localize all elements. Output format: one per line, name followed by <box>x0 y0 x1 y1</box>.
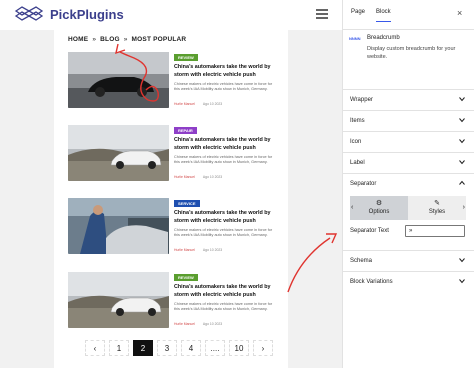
logo-icon <box>14 6 44 21</box>
panel-block-variations[interactable]: Block Variations <box>343 271 474 292</box>
page-ellipsis: .... <box>205 340 225 356</box>
panel-label: Icon <box>350 139 362 145</box>
category-badge[interactable]: REPAIR <box>174 127 197 134</box>
category-badge[interactable]: SERVICE <box>174 200 200 207</box>
post-date: Ago 10 2023 <box>202 175 223 179</box>
post-thumbnail[interactable] <box>68 272 169 328</box>
panel-label: Block Variations <box>350 279 393 285</box>
top-bar: PickPlugins <box>0 0 342 30</box>
page-button-3[interactable]: 3 <box>157 340 177 356</box>
post-meta: Hurlie Manuel Ago 10 2023 <box>174 175 222 179</box>
panel-label: Items <box>350 118 365 124</box>
post-author[interactable]: Hurlie Manuel <box>174 175 195 179</box>
breadcrumb-separator: » <box>123 36 128 43</box>
block-description: Display custom breadcrumb for your websi… <box>367 46 456 60</box>
breadcrumb-item-current: MOST POPULAR <box>131 36 187 43</box>
post-thumbnail[interactable] <box>68 198 169 254</box>
breadcrumb-item-blog[interactable]: BLOG <box>100 36 120 43</box>
post-title[interactable]: China’s automakers take the world by sto… <box>174 284 276 299</box>
post-title[interactable]: China’s automakers take the world by sto… <box>174 137 276 152</box>
post-card[interactable]: REPAIR China’s automakers take the world… <box>68 125 276 181</box>
post-thumbnail[interactable] <box>68 125 169 181</box>
separator-text-label: Separator Text <box>350 228 389 234</box>
tab-styles[interactable]: ✎ Styles › <box>408 196 466 220</box>
panel-label: Separator <box>350 181 377 187</box>
chevron-right-icon[interactable]: › <box>463 204 465 211</box>
panel-items[interactable]: Items <box>343 110 474 131</box>
panel-schema[interactable]: Schema <box>343 250 474 271</box>
panel-icon[interactable]: Icon <box>343 131 474 152</box>
post-meta: Hurlie Manuel Ago 10 2023 <box>174 248 222 252</box>
post-meta: Hurlie Manuel Ago 10 2023 <box>174 322 222 326</box>
chevron-down-icon <box>459 118 465 123</box>
page-button-2[interactable]: 2 <box>133 340 153 356</box>
breadcrumb[interactable]: HOME » BLOG » MOST POPULAR <box>68 36 186 43</box>
chevron-down-icon <box>459 160 465 165</box>
chevron-up-icon <box>459 180 465 185</box>
post-title[interactable]: China’s automakers take the world by sto… <box>174 210 276 225</box>
breadcrumb-item-home[interactable]: HOME <box>68 36 88 43</box>
tab-block[interactable]: Block <box>376 9 391 22</box>
post-card[interactable]: SERVICE China’s automakers take the worl… <box>68 198 276 254</box>
breadcrumb-separator: » <box>92 36 97 43</box>
post-card[interactable]: REVIEW China’s automakers take the world… <box>68 52 276 108</box>
prev-page-button[interactable]: ‹ <box>85 340 105 356</box>
brush-icon: ✎ <box>434 200 440 207</box>
block-card: NNNN Breadcrumb Display custom breadcrum… <box>349 35 469 83</box>
tab-styles-label: Styles <box>428 209 446 215</box>
page-button-1[interactable]: 1 <box>109 340 129 356</box>
separator-settings-tabs: ‹ ⚙ Options ✎ Styles › <box>350 196 466 220</box>
panel-label: Schema <box>350 258 373 264</box>
gear-icon: ⚙ <box>375 200 383 207</box>
chevron-down-icon <box>459 279 465 284</box>
page-button-4[interactable]: 4 <box>181 340 201 356</box>
post-card[interactable]: REVIEW China’s automakers take the world… <box>68 272 276 328</box>
site-logo[interactable]: PickPlugins <box>14 5 124 23</box>
menu-icon[interactable] <box>316 9 328 19</box>
chevron-down-icon <box>459 258 465 263</box>
post-author[interactable]: Hurlie Manuel <box>174 102 195 106</box>
tab-options[interactable]: ‹ ⚙ Options <box>350 196 408 220</box>
separator-text-input[interactable] <box>405 225 465 237</box>
post-date: Ago 10 2023 <box>202 102 223 106</box>
settings-sidebar: Page Block × NNNN Breadcrumb Display cus… <box>342 0 474 368</box>
category-badge[interactable]: REVIEW <box>174 274 198 281</box>
panel-label-section[interactable]: Label <box>343 152 474 173</box>
post-author[interactable]: Hurlie Manuel <box>174 322 195 326</box>
next-page-button[interactable]: › <box>253 340 273 356</box>
tab-page[interactable]: Page <box>351 9 365 15</box>
post-date: Ago 10 2023 <box>202 248 223 252</box>
chevron-down-icon <box>459 139 465 144</box>
panel-label: Label <box>350 160 365 166</box>
post-excerpt: Chinese makers of electric vehicles have… <box>174 302 273 311</box>
panel-separator[interactable]: Separator <box>343 173 474 194</box>
post-author[interactable]: Hurlie Manuel <box>174 248 195 252</box>
breadcrumb-block-icon: NNNN <box>349 36 361 41</box>
chevron-down-icon <box>459 97 465 102</box>
post-title[interactable]: China’s automakers take the world by sto… <box>174 64 276 79</box>
block-title: Breadcrumb <box>367 35 400 41</box>
post-excerpt: Chinese makers of electric vehicles have… <box>174 82 273 91</box>
logo-text: PickPlugins <box>50 6 124 22</box>
panel-label: Wrapper <box>350 97 373 103</box>
post-excerpt: Chinese makers of electric vehicles have… <box>174 228 273 237</box>
close-icon[interactable]: × <box>457 8 462 18</box>
page-button-10[interactable]: 10 <box>229 340 249 356</box>
tab-options-label: Options <box>368 209 390 215</box>
sidebar-tabs: Page Block × <box>343 0 474 30</box>
post-excerpt: Chinese makers of electric vehicles have… <box>174 155 273 164</box>
post-date: Ago 10 2023 <box>202 322 223 326</box>
panel-wrapper[interactable]: Wrapper <box>343 89 474 110</box>
category-badge[interactable]: REVIEW <box>174 54 198 61</box>
pagination: ‹ 1 2 3 4 .... 10 › <box>85 340 273 356</box>
post-meta: Hurlie Manuel Ago 10 2023 <box>174 102 222 106</box>
post-thumbnail[interactable] <box>68 52 169 108</box>
